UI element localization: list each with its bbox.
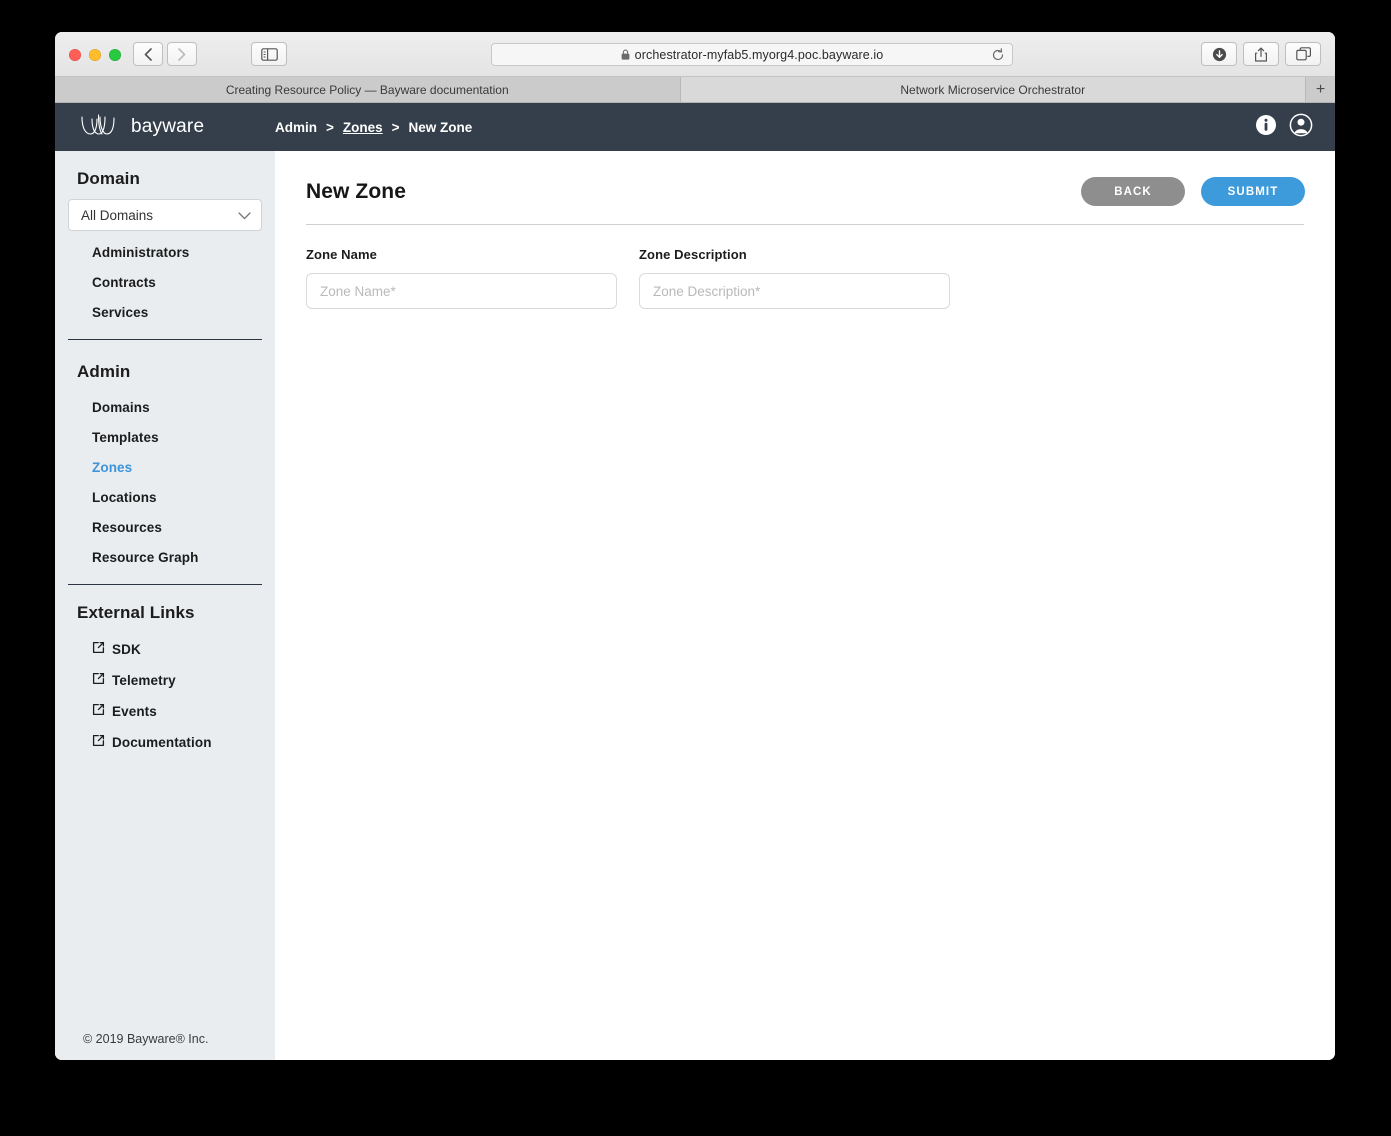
back-icon [144,47,152,61]
tab-overview-button[interactable] [1285,42,1321,66]
web-app: bayware Admin > Zones > New Zone Domain … [55,103,1335,1060]
tab-title: Creating Resource Policy — Bayware docum… [225,82,509,97]
info-icon[interactable] [1255,114,1277,141]
sidebar-heading-external-links: External Links [77,603,195,622]
domain-select-value: All Domains [81,207,154,223]
forward-icon [178,47,186,61]
breadcrumb-separator: > [326,119,334,135]
browser-tab-bar: Creating Resource Policy — Bayware docum… [55,77,1335,103]
sidebar-heading-domain: Domain [77,169,140,188]
breadcrumb-separator: > [391,119,400,135]
sidebar-heading-admin: Admin [77,362,131,381]
forward-button[interactable] [167,42,197,66]
submit-button[interactable]: SUBMIT [1201,177,1305,206]
sidebar-item-label: SDK [112,641,141,657]
header-icon-group [1255,103,1313,151]
field-label: Zone Description [639,247,747,262]
account-icon[interactable] [1289,113,1313,142]
tab-overview-icon [1295,47,1311,61]
lock-icon [621,49,630,60]
tab-title: Network Microservice Orchestrator [900,82,1086,97]
browser-window: orchestrator-myfab5.myorg4.poc.bayware.i… [55,32,1335,1060]
sidebar-item-resources[interactable]: Resources [55,512,275,542]
sidebar-footer-copyright: © 2019 Bayware® Inc. [83,1032,209,1046]
bayware-logo-text: bayware [131,116,205,137]
navigation-buttons [133,42,197,66]
share-icon [1254,47,1268,62]
reload-icon[interactable] [991,48,1005,67]
sidebar-item-resource-graph[interactable]: Resource Graph [55,542,275,572]
browser-tab-0[interactable]: Creating Resource Policy — Bayware docum… [55,77,681,102]
zone-description-input[interactable] [639,273,950,309]
main-content: New Zone BACK SUBMIT Zone Name Zone Desc… [275,151,1335,1060]
sidebar-toggle-wrapper [251,42,287,66]
bayware-logo-mark-icon [80,113,124,142]
sidebar-item-contracts[interactable]: Contracts [55,267,275,297]
external-link-icon [92,703,105,719]
sidebar-item-telemetry[interactable]: Telemetry [55,664,275,695]
new-zone-form: Zone Name Zone Description [275,225,1335,309]
sidebar-toggle-button[interactable] [251,42,287,66]
downloads-button[interactable] [1201,42,1237,66]
sidebar-item-documentation[interactable]: Documentation [55,726,275,757]
new-tab-label: + [1315,80,1326,98]
close-window-button[interactable] [69,49,81,61]
new-tab-button[interactable]: + [1306,77,1335,102]
sidebar-item-label: Telemetry [112,672,176,688]
back-button[interactable] [133,42,163,66]
field-label: Zone Name [306,247,377,262]
external-link-icon [92,672,105,688]
external-link-icon [92,734,105,750]
breadcrumb-current: New Zone [408,119,473,135]
sidebar-item-templates[interactable]: Templates [55,422,275,452]
sidebar-item-label: Events [112,703,157,719]
breadcrumb-link-zones[interactable]: Zones [343,120,383,135]
back-button[interactable]: BACK [1081,177,1185,206]
zone-name-input[interactable] [306,273,617,309]
app-header: bayware Admin > Zones > New Zone [55,103,1335,151]
main-header: New Zone BACK SUBMIT [275,151,1335,206]
sidebar-toggle-icon [260,47,278,61]
url-text: orchestrator-myfab5.myorg4.poc.bayware.i… [634,47,884,62]
downloads-icon [1212,47,1227,62]
sidebar-item-locations[interactable]: Locations [55,482,275,512]
field-zone-name: Zone Name [306,247,617,309]
share-button[interactable] [1243,42,1279,66]
address-bar-text-wrap: orchestrator-myfab5.myorg4.poc.bayware.i… [621,48,884,62]
sidebar-item-sdk[interactable]: SDK [55,633,275,664]
toolbar-right-buttons [1201,42,1321,66]
app-body: Domain All Domains Administrators Contra… [55,151,1335,1060]
chevron-down-icon [238,208,251,223]
bayware-logo[interactable]: bayware [80,113,250,142]
breadcrumb: Admin > Zones > New Zone [275,120,472,135]
sidebar-item-services[interactable]: Services [55,297,275,327]
domain-select[interactable]: All Domains [68,199,262,231]
maximize-window-button[interactable] [109,49,121,61]
browser-toolbar: orchestrator-myfab5.myorg4.poc.bayware.i… [55,32,1335,77]
sidebar-item-zones[interactable]: Zones [55,452,275,482]
sidebar-item-events[interactable]: Events [55,695,275,726]
sidebar-item-administrators[interactable]: Administrators [55,237,275,267]
address-bar[interactable]: orchestrator-myfab5.myorg4.poc.bayware.i… [491,43,1013,66]
breadcrumb-root: Admin [275,119,317,135]
minimize-window-button[interactable] [89,49,101,61]
external-link-icon [92,641,105,657]
action-buttons: BACK SUBMIT [1081,177,1305,206]
window-traffic-lights [69,49,121,61]
sidebar-item-label: Documentation [112,734,212,750]
browser-tab-1[interactable]: Network Microservice Orchestrator [680,77,1306,102]
sidebar-item-domains[interactable]: Domains [55,392,275,422]
page-title: New Zone [306,179,406,203]
sidebar: Domain All Domains Administrators Contra… [55,151,275,1060]
field-zone-description: Zone Description [639,247,950,309]
